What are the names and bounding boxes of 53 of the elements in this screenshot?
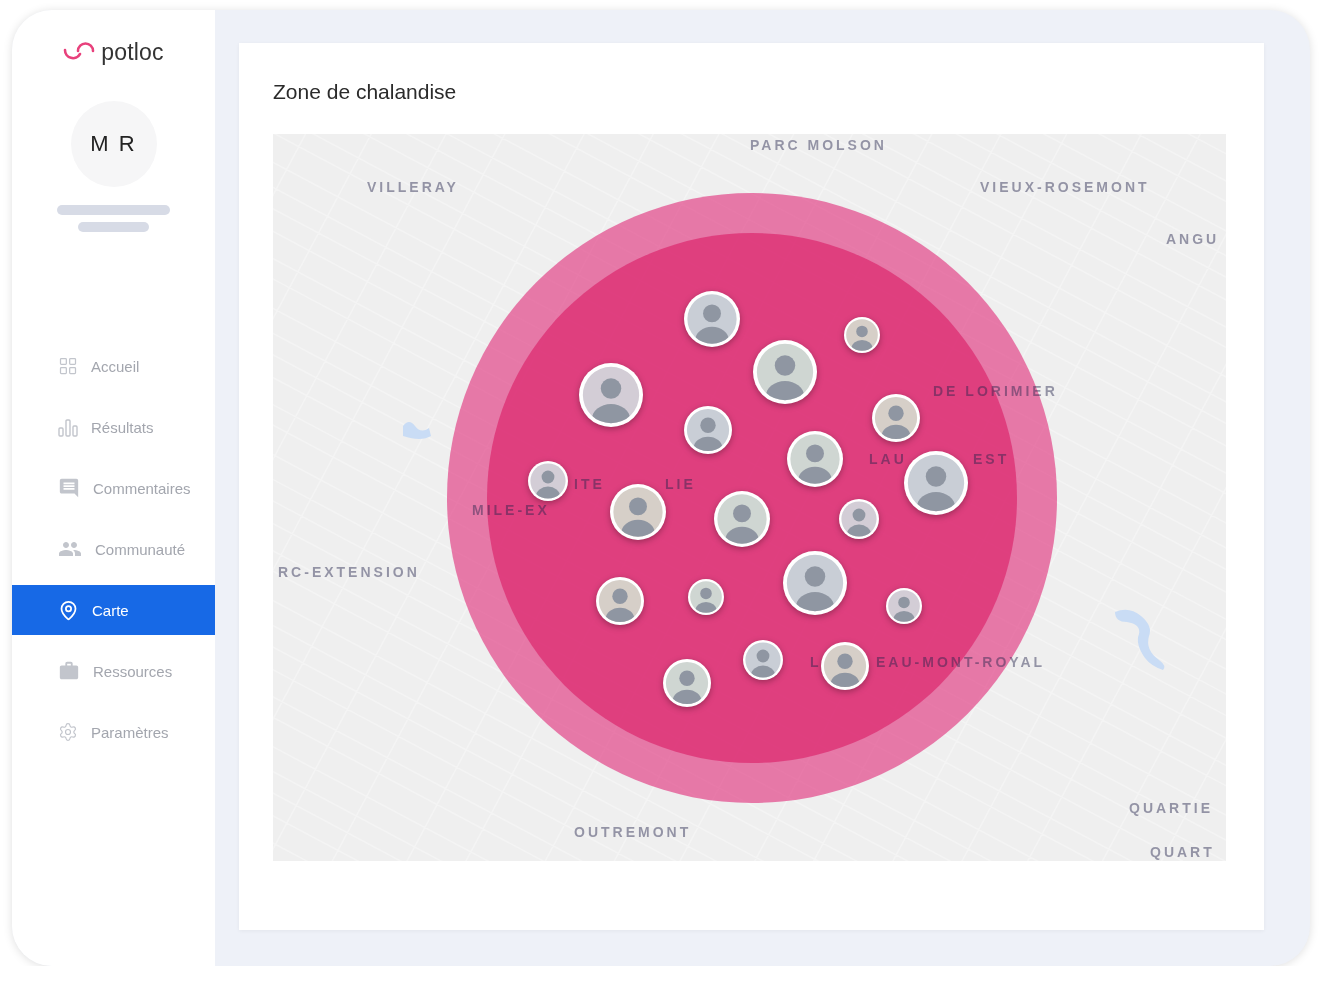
- person-avatar-icon: [787, 431, 843, 487]
- district-label: ITE: [574, 476, 605, 492]
- pond: [403, 422, 431, 439]
- person-avatar-icon: [886, 588, 922, 624]
- district-label: VIEUX-ROSEMONT: [980, 179, 1150, 195]
- page-title: Zone de chalandise: [273, 79, 457, 105]
- person-avatar-icon: [610, 484, 666, 540]
- person-avatar-icon: [663, 659, 711, 707]
- bar-chart-icon: [58, 417, 78, 437]
- district-label: EST: [973, 451, 1010, 467]
- grid-icon: [58, 356, 78, 376]
- person-avatar-icon: [904, 451, 968, 515]
- person-avatar-icon: [821, 642, 869, 690]
- river: [1115, 609, 1165, 670]
- nav-item[interactable]: Résultats: [12, 402, 215, 452]
- district-label: RC-EXTENSION: [278, 564, 420, 580]
- name-placeholder-bar: [78, 222, 149, 232]
- person-avatar-icon: [753, 340, 817, 404]
- person-avatar-icon: [579, 363, 643, 427]
- person-avatar-icon: [783, 551, 847, 615]
- district-label: L: [810, 654, 822, 670]
- district-label: LAU: [869, 451, 907, 467]
- district-label: PARC MOLSON: [750, 137, 887, 153]
- nav-item[interactable]: Paramètres: [12, 707, 215, 757]
- person-avatar-icon: [844, 317, 880, 353]
- district-label: QUARTIE: [1129, 800, 1213, 816]
- person-avatar-icon: [684, 291, 740, 347]
- person-avatar-icon: [839, 499, 879, 539]
- nav-item[interactable]: Ressources: [12, 646, 215, 696]
- nav-item[interactable]: Carte: [12, 585, 215, 635]
- person-avatar-icon: [684, 406, 732, 454]
- person-avatar-icon: [714, 491, 770, 547]
- nav-item[interactable]: Communauté: [12, 524, 215, 574]
- person-avatar-icon: [872, 394, 920, 442]
- district-label: LIE: [665, 476, 696, 492]
- person-avatar-icon: [528, 461, 568, 501]
- profile-initials-avatar: M R: [70, 101, 157, 187]
- logo-text: potloc: [101, 39, 164, 65]
- person-avatar-icon: [688, 579, 724, 615]
- briefcase-icon: [58, 660, 80, 682]
- person-avatar-icon: [743, 640, 783, 680]
- logo-icon: [63, 42, 96, 62]
- person-avatar-icon: [596, 577, 644, 625]
- district-label: VILLERAY: [367, 179, 459, 195]
- nav-item[interactable]: Commentaires: [12, 463, 215, 513]
- district-label: OUTREMONT: [574, 824, 692, 840]
- settings-icon: [58, 722, 78, 742]
- nav-item[interactable]: Accueil: [12, 341, 215, 391]
- district-label: MILE-EX: [472, 502, 550, 518]
- comment-icon: [58, 477, 80, 499]
- district-label: QUART: [1150, 844, 1215, 860]
- map-pin-icon: [58, 599, 79, 621]
- district-label: ANGU: [1166, 231, 1220, 247]
